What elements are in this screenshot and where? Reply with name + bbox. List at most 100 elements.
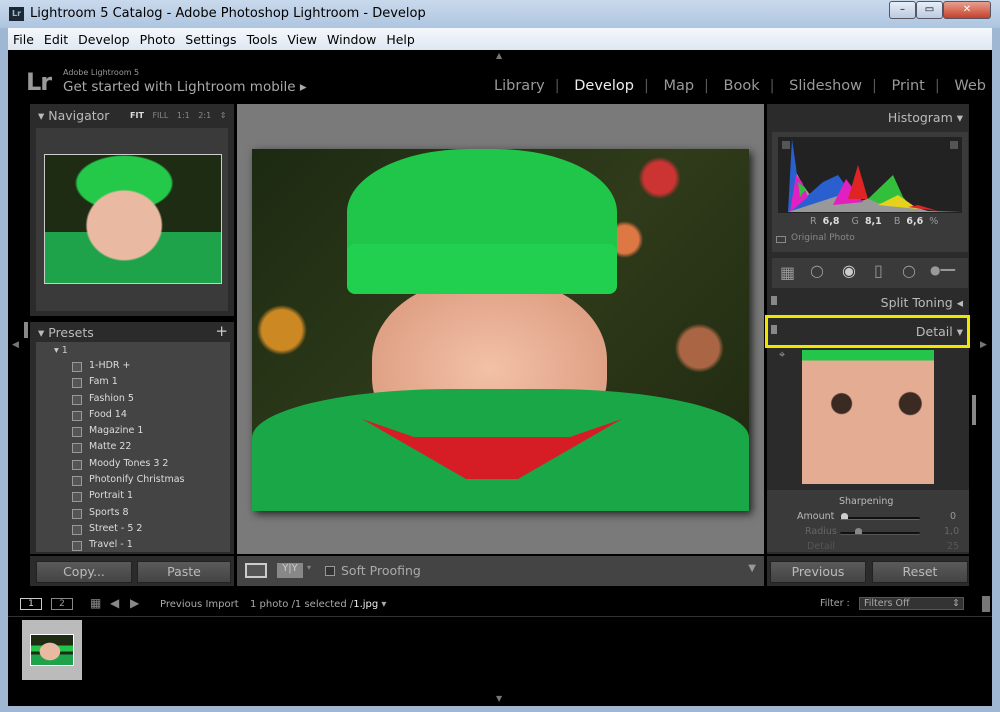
close-button[interactable]: ✕ (943, 1, 991, 19)
module-map[interactable]: Map (663, 78, 694, 94)
preset-item[interactable]: Fam 1 (36, 374, 230, 390)
graduated-filter-icon[interactable]: ▯ (874, 261, 883, 280)
detail-value[interactable]: 25 (947, 541, 959, 549)
radial-filter-icon[interactable]: ○ (902, 261, 916, 280)
preset-item[interactable]: Sports 8 (36, 505, 230, 521)
left-scrollbar[interactable] (24, 322, 28, 338)
menu-file[interactable]: File (8, 28, 39, 51)
zoom-fill[interactable]: FILL (152, 111, 168, 120)
adjustment-brush-icon[interactable]: ●━━ (930, 263, 955, 277)
menu-edit[interactable]: Edit (39, 28, 73, 51)
zoom-1-1[interactable]: 1:1 (177, 111, 190, 120)
preset-item[interactable]: Matte 22 (36, 439, 230, 455)
grid-view-icon[interactable]: ▦ (90, 596, 101, 610)
filter-dropdown[interactable]: Filters Off ⇕ (859, 597, 964, 610)
copy-button[interactable]: Copy... (36, 561, 132, 583)
detail-preview-image[interactable] (802, 350, 934, 484)
presets-header[interactable]: ▾ Presets (38, 325, 94, 340)
module-print[interactable]: Print (892, 78, 925, 94)
filmstrip-thumbnail[interactable] (30, 634, 74, 666)
before-after-dropdown-icon[interactable]: ▾ (307, 563, 311, 572)
module-slideshow[interactable]: Slideshow (789, 78, 862, 94)
maximize-button[interactable]: ▭ (916, 1, 943, 19)
main-window-button[interactable]: 1 (20, 598, 42, 610)
filmstrip-bar: 1 2 ▦ ◀ ▶ Previous Import 1 photo /1 sel… (8, 594, 992, 616)
percent-unit: % (929, 216, 939, 227)
module-picker: Library | Develop | Map | Book | Slideshow | … (494, 78, 986, 94)
menu-window[interactable]: Window (322, 28, 381, 51)
selected-file: 1.jpg (353, 599, 379, 610)
amount-slider[interactable] (840, 517, 920, 520)
zoom-fit[interactable]: FIT (130, 111, 144, 120)
preset-item[interactable]: Street - 5 2 (36, 521, 230, 537)
back-arrow-icon[interactable]: ◀ (110, 596, 119, 610)
module-library[interactable]: Library (494, 78, 545, 94)
preset-item[interactable]: 1-HDR + (36, 358, 230, 374)
mobile-link[interactable]: Get started with Lightroom mobile ▸ (63, 79, 307, 95)
module-develop[interactable]: Develop (574, 78, 634, 94)
second-window-button[interactable]: 2 (51, 598, 73, 610)
paste-button[interactable]: Paste (137, 561, 231, 583)
detail-toggle[interactable] (771, 325, 777, 334)
histogram-header[interactable]: Histogram ▾ (888, 110, 963, 125)
sharpening-section: Sharpening Amount 0 Radius 1,0 Detail 25 (767, 490, 969, 552)
preset-item[interactable]: Moody Tones 3 2 (36, 456, 230, 472)
crop-tool-icon[interactable]: ▦ (780, 263, 795, 282)
original-photo-checkbox[interactable] (776, 236, 786, 243)
preset-item[interactable]: Travel - 1 (36, 537, 230, 552)
menu-photo[interactable]: Photo (135, 28, 181, 51)
minimize-button[interactable]: – (889, 1, 916, 19)
split-toning-header[interactable]: Split Toning ◂ (767, 290, 969, 314)
preset-item[interactable]: Photonify Christmas (36, 472, 230, 488)
main-photo[interactable] (252, 149, 749, 511)
module-book[interactable]: Book (724, 78, 760, 94)
module-web[interactable]: Web (954, 78, 986, 94)
red-eye-icon[interactable]: ◉ (842, 261, 856, 280)
radius-slider[interactable] (840, 532, 920, 535)
split-toning-toggle[interactable] (771, 296, 777, 305)
preset-list: ▾ 1 1-HDR + Fam 1 Fashion 5 Food 14 Magazine… (36, 342, 230, 552)
radius-value[interactable]: 1,0 (944, 526, 959, 537)
histogram-title: Histogram (887, 110, 953, 125)
left-panel-toggle-icon[interactable]: ◀ (12, 340, 19, 350)
menu-tools[interactable]: Tools (242, 28, 283, 51)
right-scrollbar[interactable] (972, 395, 976, 425)
bottom-panel-toggle-icon[interactable]: ▼ (496, 694, 502, 703)
selection-info[interactable]: 1 photo /1 selected /1.jpg ▾ (250, 599, 386, 610)
amount-slider-thumb[interactable] (841, 513, 848, 519)
previous-button[interactable]: Previous (770, 561, 866, 583)
filter-lock-icon[interactable] (982, 596, 990, 612)
source-label[interactable]: Previous Import (160, 599, 239, 610)
filter-value: Filters Off (864, 598, 910, 609)
navigator-header[interactable]: ▾ Navigator (38, 108, 109, 123)
top-panel-toggle-icon[interactable]: ▲ (496, 51, 502, 60)
menu-view[interactable]: View (282, 28, 322, 51)
spot-removal-icon[interactable]: ○ (810, 261, 824, 280)
detail-header[interactable]: Detail ▾ (765, 315, 970, 348)
loupe-view-button[interactable] (245, 563, 267, 578)
amount-value[interactable]: 0 (950, 511, 956, 522)
menu-help[interactable]: Help (381, 28, 420, 51)
target-adjust-icon[interactable]: ⌖ (779, 348, 785, 362)
before-after-button[interactable]: Y|Y (277, 563, 303, 578)
detail-panel: ⌖ Sharpening Amount 0 Radius 1,0 Detail … (767, 348, 969, 554)
reset-button[interactable]: Reset (872, 561, 968, 583)
detail-label: Detail (807, 541, 835, 549)
soft-proofing-checkbox[interactable] (325, 566, 335, 576)
preset-item[interactable]: Portrait 1 (36, 488, 230, 504)
add-preset-button[interactable]: + (215, 322, 228, 340)
preset-item[interactable]: Food 14 (36, 407, 230, 423)
toolbar-menu-icon[interactable]: ▼ (748, 563, 756, 574)
preset-item[interactable]: Fashion 5 (36, 391, 230, 407)
zoom-2-1[interactable]: 2:1 (198, 111, 211, 120)
left-button-bar: Copy... Paste (30, 556, 234, 586)
menu-develop[interactable]: Develop (73, 28, 134, 51)
forward-arrow-icon[interactable]: ▶ (130, 596, 139, 610)
navigator-preview-image[interactable] (44, 154, 222, 284)
menu-settings[interactable]: Settings (180, 28, 241, 51)
filmstrip-thumbnail-cell[interactable] (22, 620, 82, 680)
radius-slider-thumb[interactable] (855, 528, 862, 534)
preset-folder[interactable]: ▾ 1 (36, 342, 230, 358)
right-panel-toggle-icon[interactable]: ▶ (980, 340, 987, 350)
preset-item[interactable]: Magazine 1 (36, 423, 230, 439)
